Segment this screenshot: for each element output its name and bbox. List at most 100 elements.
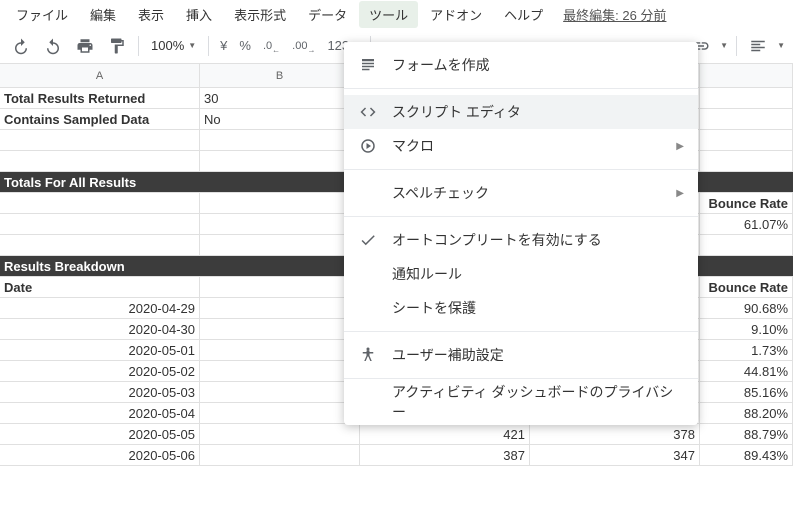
menu-addons[interactable]: アドオン — [420, 1, 492, 28]
print-button[interactable] — [70, 32, 100, 60]
toolbar-separator — [138, 36, 139, 56]
menu-item-label: シートを保護 — [392, 298, 684, 318]
cell[interactable]: 2020-04-30 — [0, 319, 200, 339]
cell[interactable]: 347 — [530, 445, 700, 465]
menu-item-label: スクリプト エディタ — [392, 102, 684, 122]
cell[interactable] — [200, 151, 360, 171]
record-icon — [358, 136, 378, 156]
cell[interactable] — [200, 361, 360, 381]
increase-decimal-button[interactable]: .00→ — [287, 37, 320, 55]
cell[interactable] — [200, 172, 360, 192]
cell[interactable]: Bounce Rate — [700, 193, 793, 213]
cell[interactable] — [200, 298, 360, 318]
menu-item[interactable]: ユーザー補助設定 — [344, 338, 698, 372]
check-icon — [358, 230, 378, 250]
cell[interactable]: Bounce Rate — [700, 277, 793, 297]
cell[interactable]: 2020-05-05 — [0, 424, 200, 444]
cell[interactable] — [200, 214, 360, 234]
cell[interactable] — [700, 109, 793, 129]
cell[interactable] — [0, 130, 200, 150]
menu-item[interactable]: スクリプト エディタ — [344, 95, 698, 129]
undo-button[interactable] — [6, 32, 36, 60]
cell[interactable]: 378 — [530, 424, 700, 444]
menu-tools[interactable]: ツール — [359, 1, 418, 28]
menu-item[interactable]: マクロ▶ — [344, 129, 698, 163]
cell[interactable]: 387 — [360, 445, 530, 465]
cell[interactable] — [700, 151, 793, 171]
menu-view[interactable]: 表示 — [128, 1, 174, 28]
zoom-select[interactable]: 100%▼ — [145, 38, 202, 53]
cell[interactable]: No — [200, 109, 360, 129]
cell[interactable]: 2020-05-01 — [0, 340, 200, 360]
cell[interactable]: 88.20% — [700, 403, 793, 423]
cell[interactable]: 2020-05-06 — [0, 445, 200, 465]
menu-file[interactable]: ファイル — [6, 1, 78, 28]
cell[interactable]: Contains Sampled Data — [0, 109, 200, 129]
cell[interactable]: 30 — [200, 88, 360, 108]
cell[interactable] — [200, 277, 360, 297]
col-header-e[interactable] — [700, 64, 793, 87]
currency-button[interactable]: ¥ — [215, 38, 232, 53]
menu-insert[interactable]: 挿入 — [176, 1, 222, 28]
cell[interactable] — [200, 403, 360, 423]
cell[interactable] — [200, 256, 360, 276]
cell[interactable] — [700, 88, 793, 108]
cell[interactable] — [0, 193, 200, 213]
cell[interactable]: 2020-05-02 — [0, 361, 200, 381]
cell[interactable] — [700, 235, 793, 255]
cell[interactable]: 9.10% — [700, 319, 793, 339]
cell[interactable]: 1.73% — [700, 340, 793, 360]
cell[interactable]: 2020-05-03 — [0, 382, 200, 402]
percent-button[interactable]: % — [234, 38, 256, 53]
cell[interactable]: Date — [0, 277, 200, 297]
cell[interactable] — [0, 235, 200, 255]
cell[interactable] — [200, 319, 360, 339]
menu-help[interactable]: ヘルプ — [494, 1, 553, 28]
menu-bar: ファイル 編集 表示 挿入 表示形式 データ ツール アドオン ヘルプ 最終編集… — [0, 0, 793, 28]
cell[interactable] — [700, 256, 793, 276]
cell[interactable] — [200, 130, 360, 150]
paint-format-button[interactable] — [102, 32, 132, 60]
cell[interactable]: 61.07% — [700, 214, 793, 234]
align-button[interactable] — [743, 32, 773, 60]
menu-format[interactable]: 表示形式 — [224, 1, 296, 28]
menu-item[interactable]: オートコンプリートを有効にする — [344, 223, 698, 257]
menu-item[interactable]: シートを保護 — [344, 291, 698, 325]
cell[interactable]: 2020-04-29 — [0, 298, 200, 318]
decrease-decimal-button[interactable]: .0← — [258, 37, 285, 55]
cell[interactable]: 421 — [360, 424, 530, 444]
cell[interactable] — [200, 340, 360, 360]
cell[interactable] — [0, 151, 200, 171]
cell[interactable]: Results Breakdown — [0, 256, 200, 276]
tools-dropdown: フォームを作成スクリプト エディタマクロ▶ スペルチェック▶ オートコンプリートを有… — [344, 42, 698, 425]
cell[interactable] — [200, 235, 360, 255]
toolbar-separator — [736, 36, 737, 56]
cell[interactable] — [700, 130, 793, 150]
menu-item[interactable]: フォームを作成 — [344, 48, 698, 82]
cell[interactable]: 85.16% — [700, 382, 793, 402]
col-header-a[interactable]: A — [0, 64, 200, 87]
cell[interactable]: 88.79% — [700, 424, 793, 444]
col-header-b[interactable]: B — [200, 64, 360, 87]
submenu-arrow-icon: ▶ — [676, 141, 684, 152]
redo-button[interactable] — [38, 32, 68, 60]
cell[interactable] — [200, 424, 360, 444]
menu-item[interactable]: 通知ルール — [344, 257, 698, 291]
cell[interactable]: 44.81% — [700, 361, 793, 381]
cell[interactable]: 89.43% — [700, 445, 793, 465]
cell[interactable] — [700, 172, 793, 192]
menu-edit[interactable]: 編集 — [80, 1, 126, 28]
cell[interactable]: 90.68% — [700, 298, 793, 318]
cell[interactable] — [200, 382, 360, 402]
cell[interactable]: 2020-05-04 — [0, 403, 200, 423]
last-edit-link[interactable]: 最終編集: 26 分前 — [563, 5, 666, 24]
cell[interactable]: Totals For All Results — [0, 172, 200, 192]
cell[interactable] — [200, 193, 360, 213]
cell[interactable] — [200, 445, 360, 465]
accessibility-icon — [358, 345, 378, 365]
menu-item[interactable]: アクティビティ ダッシュボードのプライバシー — [344, 385, 698, 419]
menu-data[interactable]: データ — [298, 1, 357, 28]
menu-item[interactable]: スペルチェック▶ — [344, 176, 698, 210]
cell[interactable]: Total Results Returned — [0, 88, 200, 108]
cell[interactable] — [0, 214, 200, 234]
